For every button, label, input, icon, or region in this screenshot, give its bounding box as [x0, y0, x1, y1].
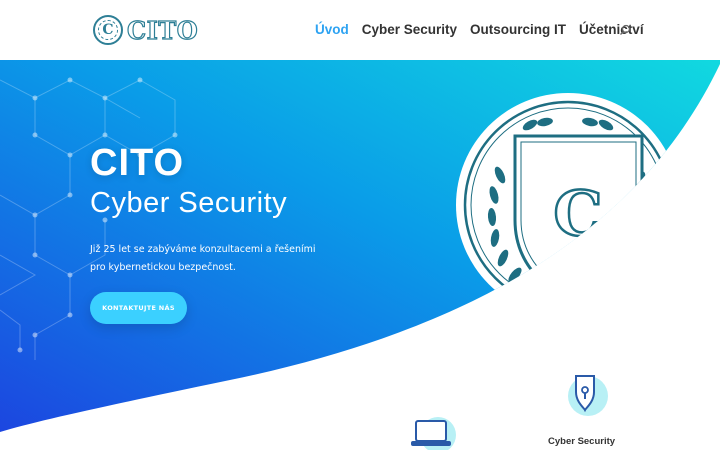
nav-item-ucetnictvi[interactable]: Účetnictví [579, 22, 644, 37]
logo[interactable]: C CITO [93, 13, 198, 47]
contact-us-button[interactable]: KONTAKTUJTE NÁS [90, 292, 187, 324]
shield-lock-icon[interactable] [558, 370, 612, 422]
cito-emblem-icon: C [456, 93, 680, 317]
main-nav: Úvod Cyber Security Outsourcing IT Účetn… [315, 22, 644, 37]
laptop-icon[interactable] [410, 415, 460, 450]
nav-item-outsourcing-it[interactable]: Outsourcing IT [470, 22, 566, 37]
logo-emblem-icon: C [93, 15, 123, 45]
hero-subtitle: Cyber Security [90, 187, 288, 219]
hero-description: Již 25 let se zabýváme konzultacemi a ře… [90, 244, 316, 273]
logo-text: CITO [126, 15, 199, 45]
logo-emblem-letter: C [102, 22, 114, 38]
search-icon[interactable] [619, 24, 631, 36]
emblem-letter: C [553, 177, 602, 250]
nav-item-uvod[interactable]: Úvod [315, 22, 349, 37]
hero-title: CITO [90, 142, 185, 184]
hero-section: C CITO Cyber Security Již 25 let se zabý… [0, 60, 720, 450]
site-header: C CITO Úvod Cyber Security Outsourcing I… [0, 0, 720, 60]
service-label-cyber-security[interactable]: Cyber Security [548, 436, 615, 447]
nav-item-cyber-security[interactable]: Cyber Security [362, 22, 457, 37]
